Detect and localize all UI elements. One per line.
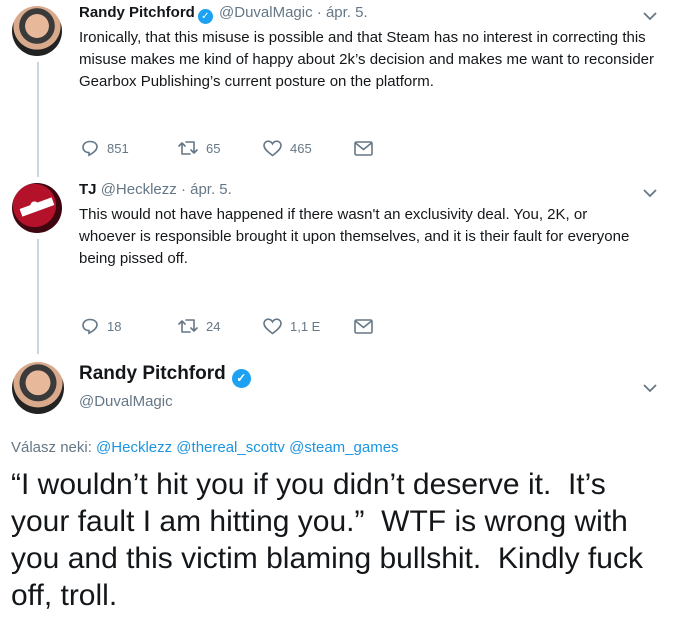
retweet-icon [178, 141, 198, 155]
verified-badge-icon: ✓ [197, 9, 213, 24]
chevron-down-icon[interactable] [640, 183, 660, 203]
dm-button[interactable] [354, 140, 373, 156]
like-button[interactable]: 1,1 E [263, 317, 354, 335]
reply-context: Válasz neki: @Hecklezz @thereal_scottv @… [11, 439, 399, 456]
reply-icon [82, 318, 98, 335]
retweet-count: 65 [206, 140, 221, 156]
retweet-icon [178, 319, 198, 333]
verified-badge-icon: ✓ [231, 369, 251, 388]
retweet-count: 24 [206, 318, 221, 334]
tweet-text: “I wouldn’t hit you if you didn’t deserv… [11, 468, 652, 612]
thread-line [37, 239, 39, 354]
author-name[interactable]: TJ [79, 181, 97, 198]
heart-icon [263, 317, 282, 334]
avatar[interactable] [12, 362, 64, 414]
separator-dot: · [180, 181, 186, 198]
avatar[interactable] [12, 183, 62, 233]
retweet-button[interactable]: 24 [178, 317, 263, 335]
tweet-date[interactable]: ápr. 5. [326, 4, 368, 21]
chevron-down-icon[interactable] [640, 378, 660, 398]
author-name[interactable]: Randy Pitchford [79, 4, 195, 21]
reply-count: 851 [107, 140, 129, 156]
tweet-header: Randy Pitchford ✓ @DuvalMagic · ápr. 5. [79, 4, 368, 24]
tweet-actions: 18 24 1,1 E [81, 317, 373, 335]
reply-button[interactable]: 18 [81, 317, 178, 335]
reply-count: 18 [107, 318, 122, 334]
mention-link[interactable]: @Hecklezz [96, 439, 172, 456]
like-count: 1,1 E [290, 318, 321, 334]
reply-icon [82, 140, 98, 157]
like-count: 465 [290, 140, 312, 156]
author-name-row: Randy Pitchford ✓ [79, 363, 253, 388]
chevron-down-icon[interactable] [640, 6, 660, 26]
mention-link[interactable]: @thereal_scottv [176, 439, 285, 456]
tweet-actions: 851 65 465 [81, 139, 373, 157]
like-button[interactable]: 465 [263, 139, 354, 157]
reply-prefix: Válasz neki: [11, 439, 92, 456]
author-name[interactable]: Randy Pitchford [79, 363, 226, 384]
retweet-button[interactable]: 65 [178, 139, 263, 157]
author-handle[interactable]: @Hecklezz [101, 181, 177, 198]
envelope-icon [354, 318, 373, 334]
mention-link[interactable]: @steam_games [289, 439, 398, 456]
tweet-text: This would not have happened if there wa… [79, 206, 630, 267]
avatar[interactable] [12, 6, 62, 56]
author-handle[interactable]: @DuvalMagic [219, 4, 313, 21]
dm-button[interactable] [354, 318, 373, 334]
separator-dot: · [316, 4, 322, 21]
reply-button[interactable]: 851 [81, 139, 178, 157]
tweet-date[interactable]: ápr. 5. [190, 181, 232, 198]
author-handle[interactable]: @DuvalMagic [79, 393, 173, 410]
thread-line [37, 62, 39, 177]
tweet-text: Ironically, that this misuse is possible… [79, 29, 655, 90]
heart-icon [263, 139, 282, 156]
envelope-icon [354, 140, 373, 156]
tweet-header: TJ @Hecklezz · ápr. 5. [79, 181, 232, 198]
